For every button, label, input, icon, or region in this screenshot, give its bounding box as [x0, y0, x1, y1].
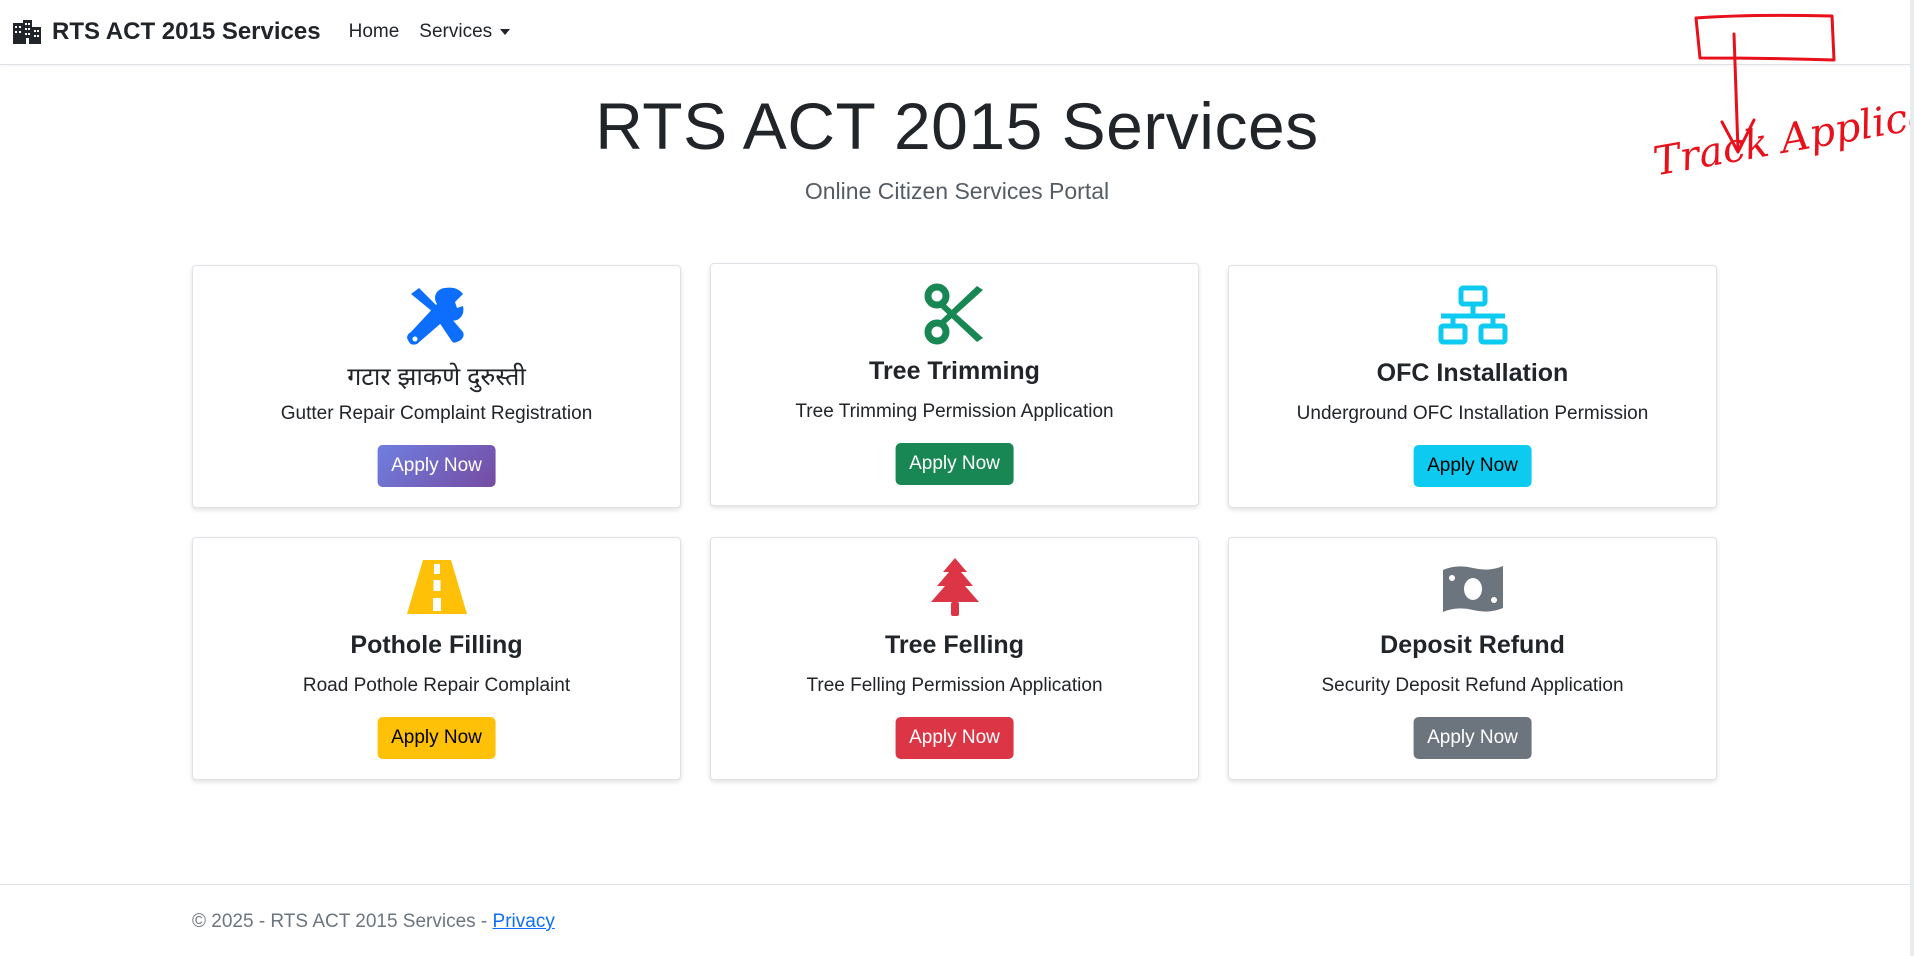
chevron-down-icon: [500, 29, 511, 35]
page-subtitle: Online Citizen Services Portal: [804, 178, 1110, 204]
service-description: Security Deposit Refund Application: [1321, 675, 1624, 696]
scissors-icon: [924, 283, 983, 345]
footer: © 2025 - RTS ACT 2015 Services - Privacy: [0, 884, 1914, 956]
nav-services-dropdown[interactable]: Services: [419, 21, 511, 43]
nav-home[interactable]: Home: [349, 21, 400, 43]
service-title: OFC Installation: [1376, 359, 1569, 387]
service-title: गटार झाकणे दुरुस्ती: [347, 363, 526, 391]
service-description: Gutter Repair Complaint Registration: [280, 403, 593, 424]
service-title: Tree Felling: [885, 631, 1024, 659]
privacy-link[interactable]: Privacy: [493, 911, 555, 932]
service-title: Tree Trimming: [869, 357, 1040, 385]
apply-now-button[interactable]: Apply Now: [895, 717, 1014, 759]
service-card-tree-felling: Tree Felling Tree Felling Permission App…: [710, 537, 1199, 780]
service-description: Tree Trimming Permission Application: [795, 401, 1114, 422]
service-card-ofc: OFC Installation Underground OFC Install…: [1228, 265, 1717, 508]
tree-icon: [930, 558, 979, 616]
service-title: Deposit Refund: [1380, 631, 1565, 659]
service-card-tree-trimming: Tree Trimming Tree Trimming Permission A…: [710, 263, 1199, 506]
apply-now-button[interactable]: Apply Now: [1413, 445, 1532, 487]
money-icon: [1442, 566, 1503, 612]
apply-now-button[interactable]: Apply Now: [377, 445, 496, 487]
service-card-deposit-refund: Deposit Refund Security Deposit Refund A…: [1228, 537, 1717, 780]
page-title: RTS ACT 2015 Services: [595, 89, 1319, 163]
apply-now-button[interactable]: Apply Now: [1413, 717, 1532, 759]
network-icon: [1438, 285, 1507, 345]
brand-label: RTS ACT 2015 Services: [52, 18, 321, 45]
apply-now-button[interactable]: Apply Now: [895, 443, 1014, 485]
brand-link[interactable]: RTS ACT 2015 Services: [12, 18, 321, 46]
service-card-pothole: Pothole Filling Road Pothole Repair Comp…: [192, 537, 681, 780]
service-description: Road Pothole Repair Complaint: [302, 675, 571, 696]
apply-now-button[interactable]: Apply Now: [377, 717, 496, 759]
tools-icon: [406, 287, 464, 345]
service-description: Tree Felling Permission Application: [806, 675, 1103, 696]
scrollbar[interactable]: [1910, 0, 1914, 956]
service-card-gutter: गटार झाकणे दुरुस्ती Gutter Repair Compla…: [192, 265, 681, 508]
copyright-text: © 2025 - RTS ACT 2015 Services -: [192, 911, 493, 932]
nav-services-label: Services: [419, 21, 493, 42]
road-icon: [406, 560, 467, 614]
navbar: RTS ACT 2015 Services Home Services: [0, 0, 1914, 65]
service-description: Underground OFC Installation Permission: [1296, 403, 1649, 424]
footer-text: © 2025 - RTS ACT 2015 Services - Privacy: [192, 911, 555, 933]
service-title: Pothole Filling: [350, 631, 523, 659]
building-icon: [13, 20, 41, 44]
